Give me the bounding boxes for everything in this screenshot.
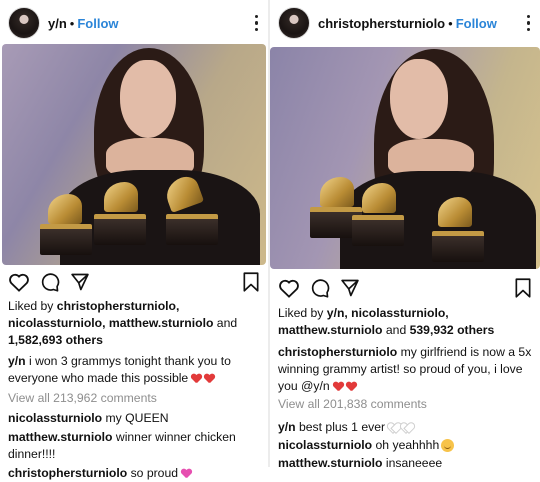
avatar[interactable] [278, 7, 310, 39]
comment-username[interactable]: y/n [278, 420, 296, 434]
more-options-icon[interactable] [523, 14, 535, 32]
comment-text: best plus 1 ever [299, 420, 386, 434]
caption-username[interactable]: y/n [8, 354, 26, 368]
liked-by-user[interactable]: nicolassturniolo, matthew.sturniolo [8, 316, 213, 330]
heart-emoji [388, 423, 398, 432]
action-bar [8, 272, 260, 296]
separator-dot: • [69, 15, 75, 31]
post-text-block: Liked by christophersturniolo, nicolasst… [8, 298, 262, 482]
post-username[interactable]: christophersturniolo [318, 16, 445, 31]
liked-by-user[interactable]: matthew.sturniolo [278, 323, 383, 337]
follow-button[interactable]: Follow [77, 16, 118, 31]
heart-icon[interactable] [8, 272, 30, 292]
avatar[interactable] [8, 7, 40, 39]
heart-emoji [191, 374, 201, 383]
post-right: christophersturniolo • Follow Liked by y… [270, 0, 540, 470]
likes-count[interactable]: 539,932 others [410, 323, 495, 337]
comment-text: oh yeahhhh [375, 438, 440, 452]
post-image[interactable] [2, 44, 266, 265]
likes-line: Liked by y/n, nicolassturniolo, [278, 306, 449, 320]
post-header: y/n • Follow [8, 6, 262, 40]
likes-line: Liked by christophersturniolo, [8, 299, 180, 313]
comment-icon[interactable] [40, 272, 60, 292]
instagram-screenshot-collage: y/n • Follow Liked by christophersturnio… [0, 0, 540, 480]
comment-username[interactable]: matthew.sturniolo [8, 430, 113, 444]
share-icon[interactable] [70, 272, 90, 292]
comment-text: insaneeee [385, 456, 443, 470]
post-left: y/n • Follow Liked by christophersturnio… [0, 0, 268, 480]
comment: y/n best plus 1 ever [278, 419, 534, 436]
action-bar [278, 278, 532, 302]
comment: christophersturniolo so proud [8, 465, 262, 482]
likes-line: nicolassturniolo, matthew.sturniolo and [8, 316, 238, 330]
comment: matthew.sturniolo winner winner chicken … [8, 429, 262, 463]
bookmark-icon[interactable] [514, 278, 532, 298]
likes-line: 1,582,693 others [8, 332, 262, 349]
heart-icon[interactable] [278, 278, 300, 298]
separator-dot: • [448, 15, 453, 31]
caption-username[interactable]: christophersturniolo [278, 345, 397, 359]
heart-emoji [333, 382, 343, 391]
share-icon[interactable] [340, 278, 360, 298]
view-comments-link[interactable]: View all 213,962 comments [8, 390, 262, 407]
post-header: christophersturniolo • Follow [278, 6, 534, 40]
liked-by-user[interactable]: y/n, nicolassturniolo, [327, 306, 449, 320]
comment-username[interactable]: matthew.sturniolo [278, 456, 383, 470]
comment-username[interactable]: nicolassturniolo [278, 438, 372, 452]
heart-emoji [346, 382, 356, 391]
caption: christophersturniolo my girlfriend is no… [278, 344, 534, 395]
more-options-icon[interactable] [251, 14, 263, 32]
comment-text: so proud [130, 466, 179, 480]
comment: nicolassturniolo my QUEEN [8, 410, 262, 427]
image-face [120, 60, 176, 138]
likes-line: matthew.sturniolo and 539,932 others [278, 323, 495, 337]
likes-count[interactable]: 1,582,693 others [8, 333, 103, 347]
comment-icon[interactable] [310, 278, 330, 298]
comment: nicolassturniolo oh yeahhhh [278, 437, 534, 454]
bookmark-icon[interactable] [242, 272, 260, 292]
post-text-block: Liked by y/n, nicolassturniolo, matthew.… [278, 305, 534, 472]
post-username[interactable]: y/n [48, 16, 67, 31]
comment-username[interactable]: christophersturniolo [8, 466, 127, 480]
comment-username[interactable]: nicolassturniolo [8, 411, 102, 425]
follow-button[interactable]: Follow [456, 16, 497, 31]
view-comments-link[interactable]: View all 201,838 comments [278, 396, 534, 413]
post-image[interactable] [270, 47, 540, 269]
smile-emoji [441, 439, 455, 453]
comment: matthew.sturniolo insaneeee [278, 455, 534, 472]
heart-emoji [204, 374, 214, 383]
caption: y/n i won 3 grammys tonight thank you to… [8, 353, 262, 387]
heart-emoji [401, 423, 411, 432]
comment-text: my QUEEN [105, 411, 169, 425]
heart-emoji [181, 469, 191, 478]
liked-by-user[interactable]: christophersturniolo, [57, 299, 180, 313]
image-face [390, 59, 448, 139]
